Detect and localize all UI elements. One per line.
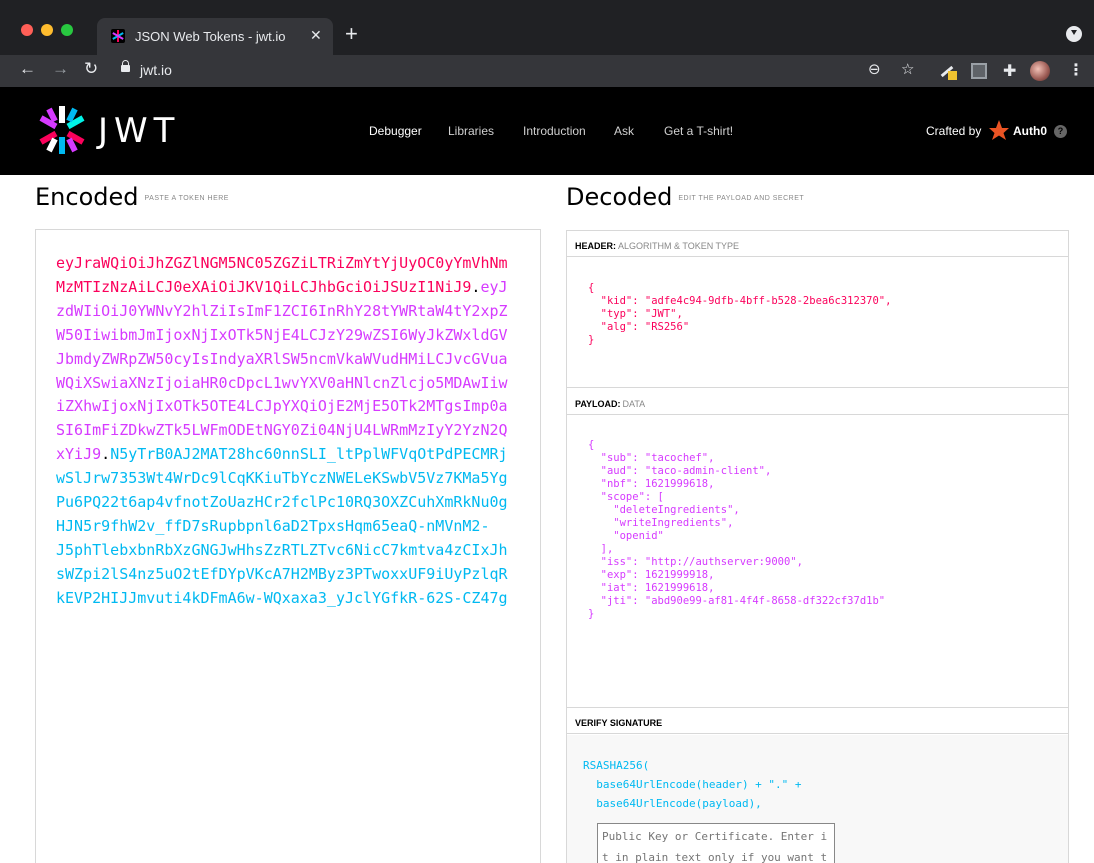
browser-tab[interactable]: JSON Web Tokens - jwt.io ✕ xyxy=(97,18,333,55)
address-bar: ← → ↻ jwt.io ⊖ ☆ ✚ ⋮ xyxy=(0,55,1094,87)
tab-search-icon[interactable] xyxy=(1066,26,1082,42)
close-window-button[interactable] xyxy=(21,24,33,36)
verify-signature-label: VERIFY SIGNATURE xyxy=(567,708,1068,734)
auth0-label[interactable]: Auth0 xyxy=(1013,124,1047,138)
payload-section-label: PAYLOAD: DATA xyxy=(567,389,1068,415)
encoded-subtitle: PASTE A TOKEN HERE xyxy=(144,194,229,202)
close-tab-icon[interactable]: ✕ xyxy=(310,27,322,44)
jwt-logo[interactable] xyxy=(36,104,88,156)
decoded-subtitle: EDIT THE PAYLOAD AND SECRET xyxy=(678,194,805,202)
nav-introduction[interactable]: Introduction xyxy=(523,124,586,138)
zoom-icon[interactable]: ⊖ xyxy=(868,61,881,79)
decoded-title: Decoded xyxy=(566,183,673,211)
encoded-token-input[interactable]: eyJraWQiOiJhZGZlNGM5NC05ZGZiLTRiZmYtYjUy… xyxy=(35,229,541,863)
auth0-logo[interactable] xyxy=(988,119,1010,141)
reload-icon[interactable]: ↻ xyxy=(84,59,98,79)
token-header-part: eyJraWQiOiJhZGZlNGM5NC05ZGZiLTRiZmYtYjUy… xyxy=(56,254,508,296)
help-icon[interactable]: ? xyxy=(1054,125,1067,138)
nav-ask[interactable]: Ask xyxy=(614,124,634,138)
nav-debugger[interactable]: Debugger xyxy=(369,124,422,138)
header-json-editor[interactable]: { "kid": "adfe4c94-9dfb-4bff-b528-2bea6c… xyxy=(567,258,1068,388)
payload-json-editor[interactable]: { "sub": "tacochef", "aud": "taco-admin-… xyxy=(567,416,1068,708)
profile-avatar[interactable] xyxy=(1030,61,1050,81)
verify-signature-code: RSASHA256( base64UrlEncode(header) + "."… xyxy=(583,759,802,810)
header-json[interactable]: { "kid": "adfe4c94-9dfb-4bff-b528-2bea6c… xyxy=(588,282,891,347)
payload-json[interactable]: { "sub": "tacochef", "aud": "taco-admin-… xyxy=(588,439,885,621)
browser-tab-bar: JSON Web Tokens - jwt.io ✕ + xyxy=(0,0,1094,55)
token-payload-part: eyJzdWIiOiJ0YWNvY2hlZiIsImF1ZCI6InRhY28t… xyxy=(56,277,508,464)
encoded-token[interactable]: eyJraWQiOiJhZGZlNGM5NC05ZGZiLTRiZmYtYjUy… xyxy=(56,252,516,611)
lock-icon[interactable] xyxy=(121,60,130,72)
maximize-window-button[interactable] xyxy=(61,24,73,36)
decoded-heading: Decoded EDIT THE PAYLOAD AND SECRET xyxy=(566,183,804,211)
token-signature-part: N5yTrB0AJ2MAT28hc60nnSLI_ltPplWFVqOtPdPE… xyxy=(56,445,508,607)
tab-title: JSON Web Tokens - jwt.io xyxy=(135,29,286,44)
logo-text[interactable]: JWT xyxy=(98,111,180,151)
extension-icon[interactable] xyxy=(938,63,957,80)
jwt-favicon-icon xyxy=(111,29,125,43)
verify-signature-panel: RSASHA256( base64UrlEncode(header) + "."… xyxy=(567,735,1068,863)
encoded-title: Encoded xyxy=(35,183,139,211)
header-section-label: HEADER: ALGORITHM & TOKEN TYPE xyxy=(567,231,1068,257)
back-arrow-icon[interactable]: ← xyxy=(19,59,36,79)
menu-dots-icon[interactable]: ⋮ xyxy=(1068,60,1084,80)
new-tab-icon[interactable]: + xyxy=(345,22,358,46)
url-field[interactable]: jwt.io xyxy=(140,62,172,78)
extension-icon[interactable] xyxy=(971,63,987,79)
star-icon[interactable]: ☆ xyxy=(901,61,914,79)
public-key-input[interactable] xyxy=(597,823,835,863)
minimize-window-button[interactable] xyxy=(41,24,53,36)
nav-libraries[interactable]: Libraries xyxy=(448,124,494,138)
puzzle-icon[interactable]: ✚ xyxy=(1003,61,1016,81)
nav-get-tshirt[interactable]: Get a T-shirt! xyxy=(664,124,733,138)
decoded-panel: HEADER: ALGORITHM & TOKEN TYPE { "kid": "… xyxy=(566,230,1069,863)
forward-arrow-icon[interactable]: → xyxy=(52,59,69,79)
crafted-by-label: Crafted by xyxy=(926,124,982,138)
encoded-heading: Encoded PASTE A TOKEN HERE xyxy=(35,183,229,211)
